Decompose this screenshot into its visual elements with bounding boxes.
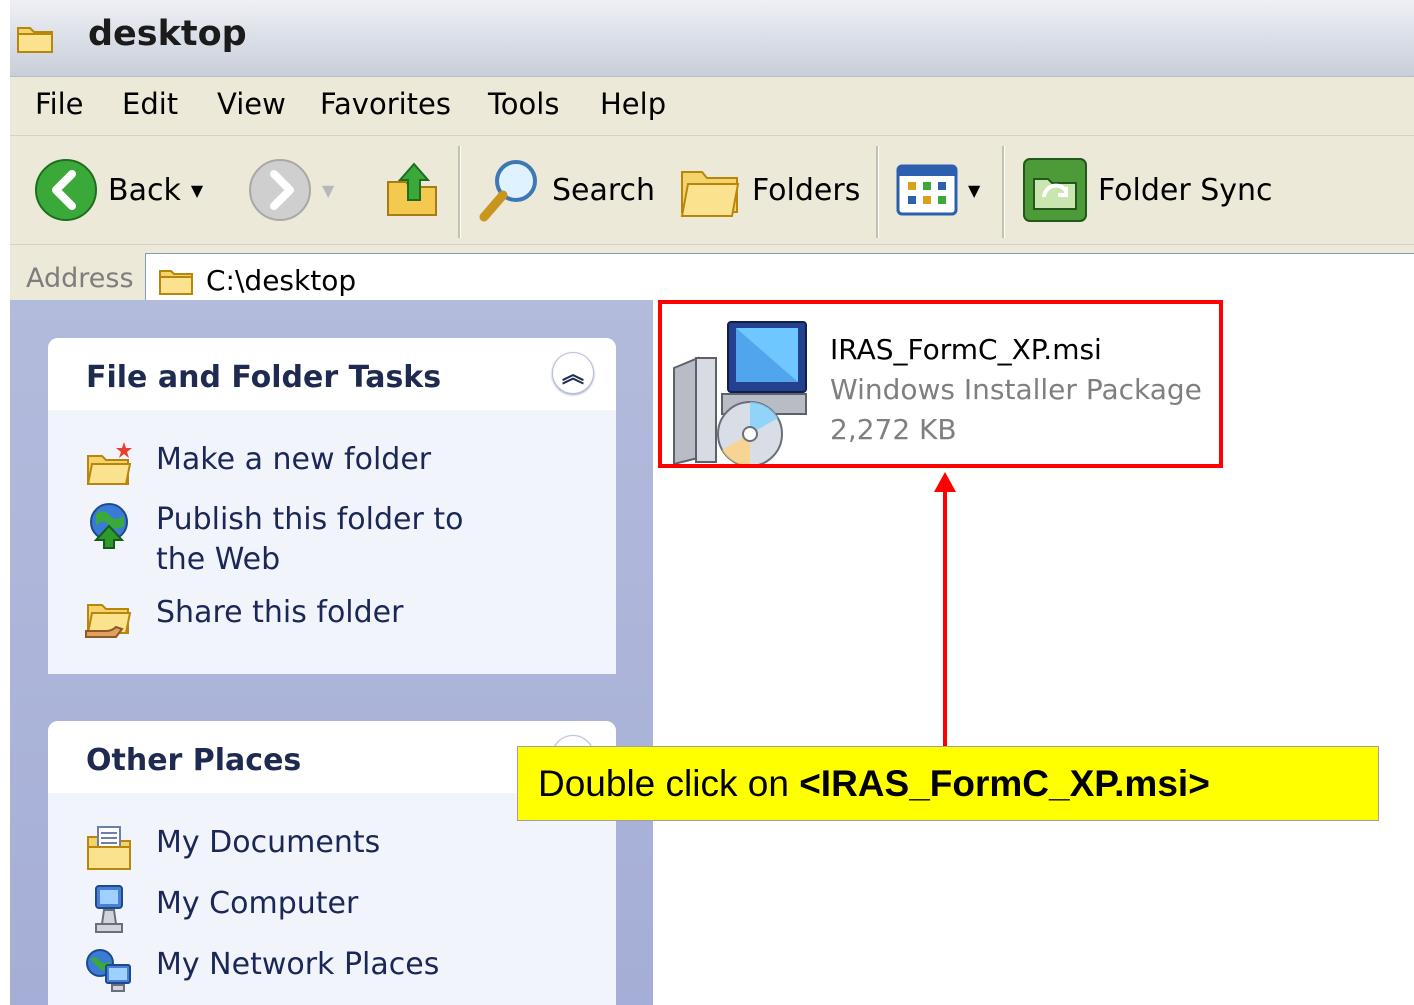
callout-text: Double click on <IRAS_FormC_XP.msi> (538, 763, 1210, 805)
up-button[interactable] (384, 158, 442, 222)
place-label: My Documents (156, 825, 381, 860)
up-folder-icon (387, 162, 437, 216)
back-label: Back (108, 172, 181, 208)
callout-prefix: Double click on (538, 763, 800, 804)
task-label: Publish this folder to the Web (156, 502, 464, 577)
place-my-computer[interactable]: My Computer (84, 884, 358, 934)
folders-button[interactable]: Folders (678, 158, 860, 222)
views-icon (896, 164, 958, 216)
callout-target: <IRAS_FormC_XP.msi> (799, 763, 1210, 804)
task-publish-web[interactable]: Publish this folder to the Web (84, 500, 504, 580)
views-button[interactable]: ▼ (896, 158, 980, 222)
forward-button[interactable]: ▼ (248, 158, 334, 222)
menu-favorites[interactable]: Favorites (320, 87, 451, 121)
folder-sync-label: Folder Sync (1098, 172, 1273, 208)
views-dropdown-icon[interactable]: ▼ (968, 181, 980, 200)
place-label: My Computer (156, 886, 359, 921)
panel-title: Other Places (86, 743, 302, 778)
address-label: Address (26, 263, 134, 294)
share-folder-icon (85, 604, 132, 638)
toolbar: Back ▼ ▼ Search Folders ▼ Folder Sync (10, 136, 1414, 245)
arrow-up-icon (934, 472, 956, 752)
place-my-network-places[interactable]: My Network Places (84, 945, 439, 995)
menu-bar: File Edit View Favorites Tools Help (10, 77, 1414, 136)
collapse-button[interactable]: ︽ (552, 352, 594, 394)
menu-help[interactable]: Help (600, 87, 666, 121)
menu-view[interactable]: View (217, 87, 286, 121)
folder-sync-icon (1023, 158, 1087, 222)
task-label: Share this folder (156, 595, 404, 630)
folder-icon (17, 27, 53, 53)
panel-header[interactable]: File and Folder Tasks ︽ (48, 338, 616, 410)
back-arrow-icon (35, 159, 97, 221)
my-computer-icon (95, 885, 123, 933)
instruction-callout: Double click on <IRAS_FormC_XP.msi> (517, 746, 1379, 821)
search-icon (479, 160, 537, 222)
place-my-documents[interactable]: My Documents (84, 823, 380, 873)
search-button[interactable]: Search (476, 158, 655, 222)
folders-icon (680, 171, 740, 217)
task-label: Make a new folder (156, 442, 432, 477)
forward-arrow-icon (249, 159, 311, 221)
chevron-up-icon: ︽ (561, 363, 584, 388)
menu-tools[interactable]: Tools (488, 87, 559, 121)
my-documents-icon (87, 826, 131, 870)
place-label: My Network Places (156, 947, 440, 982)
address-bar: Address C:\desktop (10, 245, 1414, 303)
task-share-folder[interactable]: Share this folder (84, 593, 403, 643)
window-title: desktop (88, 14, 247, 54)
panel-title: File and Folder Tasks (86, 360, 442, 395)
new-folder-icon (86, 442, 132, 485)
highlight-box (658, 300, 1223, 468)
task-make-new-folder[interactable]: Make a new folder (84, 440, 431, 490)
menu-file[interactable]: File (35, 87, 84, 121)
back-button[interactable]: Back ▼ (34, 158, 203, 222)
folder-sync-button[interactable]: Folder Sync (1022, 158, 1273, 222)
title-bar[interactable]: desktop (10, 0, 1414, 77)
back-dropdown-icon[interactable]: ▼ (191, 181, 203, 200)
publish-web-icon (90, 503, 128, 549)
explorer-window: desktop File Edit View Favorites Tools H… (10, 0, 1414, 1005)
file-folder-tasks-panel: File and Folder Tasks ︽ Make a new folde… (48, 338, 616, 674)
search-label: Search (552, 172, 656, 208)
menu-edit[interactable]: Edit (122, 87, 178, 121)
forward-dropdown-icon[interactable]: ▼ (322, 181, 334, 200)
folder-icon (159, 270, 193, 295)
folders-label: Folders (752, 172, 861, 208)
address-input[interactable]: C:\desktop (145, 253, 1414, 303)
task-pane: File and Folder Tasks ︽ Make a new folde… (10, 300, 653, 1005)
my-network-places-icon (86, 949, 131, 992)
address-value: C:\desktop (206, 264, 357, 297)
